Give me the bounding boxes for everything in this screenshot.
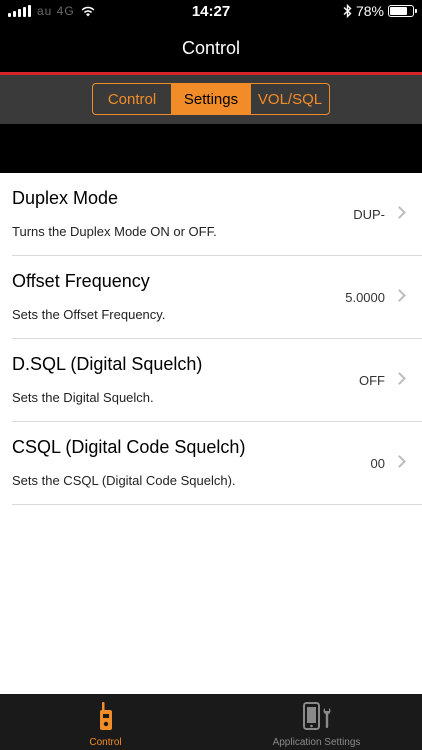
setting-value: 5.0000 [345, 290, 385, 305]
segment-vol-sql[interactable]: VOL/SQL [251, 84, 329, 114]
setting-title: Offset Frequency [12, 271, 150, 291]
setting-row-dsql[interactable]: D.SQL (Digital Squelch) Sets the Digital… [12, 339, 422, 422]
segmented-control: Control Settings VOL/SQL [92, 83, 330, 115]
page-title: Control [181, 38, 241, 58]
setting-value: 00 [370, 456, 385, 471]
tab-control[interactable]: Control [0, 694, 211, 750]
status-bar: au 4G 14:27 78% [0, 0, 422, 24]
battery-percent: 78% [355, 3, 384, 19]
setting-value: DUP- [353, 207, 385, 222]
segment-strip: Control Settings VOL/SQL [0, 75, 422, 124]
setting-description: Sets the CSQL (Digital Code Squelch). [12, 473, 236, 488]
setting-row-csql[interactable]: CSQL (Digital Code Squelch) Sets the CSQ… [12, 422, 422, 505]
setting-row-duplex-mode[interactable]: Duplex Mode Turns the Duplex Mode ON or … [12, 173, 422, 256]
status-right: 78% [343, 3, 417, 19]
battery-icon [388, 5, 417, 17]
setting-title: D.SQL (Digital Squelch) [12, 354, 203, 374]
chevron-right-icon [393, 206, 406, 219]
tab-label: Application Settings [272, 737, 361, 748]
chevron-right-icon [393, 289, 406, 302]
bluetooth-icon [343, 4, 352, 18]
battery-fill [390, 7, 408, 15]
chevron-right-icon [393, 372, 406, 385]
phone-settings-icon [302, 702, 330, 730]
header-spacer [0, 124, 422, 173]
chevron-right-icon [393, 455, 406, 468]
segment-control[interactable]: Control [93, 84, 172, 114]
settings-list: Duplex Mode Turns the Duplex Mode ON or … [0, 173, 422, 694]
setting-title: CSQL (Digital Code Squelch) [12, 437, 246, 457]
tab-bar: Control Application Settings [0, 694, 422, 750]
nav-bar: Control [0, 24, 422, 72]
tab-application-settings[interactable]: Application Settings [211, 694, 422, 750]
tab-label: Control [89, 737, 122, 748]
setting-value: OFF [359, 373, 385, 388]
setting-description: Turns the Duplex Mode ON or OFF. [12, 224, 217, 239]
setting-description: Sets the Offset Frequency. [12, 307, 166, 322]
setting-description: Sets the Digital Squelch. [12, 390, 154, 405]
segment-settings[interactable]: Settings [172, 84, 251, 114]
setting-title: Duplex Mode [12, 188, 119, 208]
radio-icon [99, 702, 112, 730]
setting-row-offset-frequency[interactable]: Offset Frequency Sets the Offset Frequen… [12, 256, 422, 339]
